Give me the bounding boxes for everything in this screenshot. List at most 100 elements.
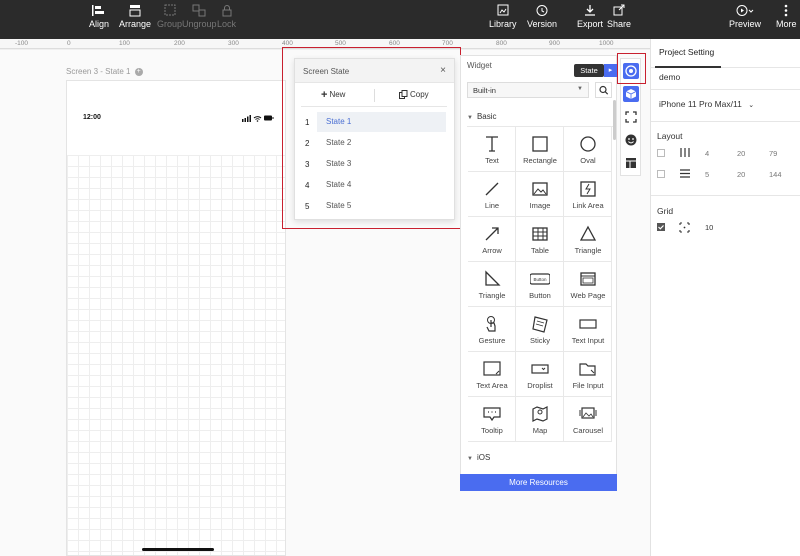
lock-button[interactable]: Lock (217, 4, 236, 29)
version-button[interactable]: Version (527, 4, 557, 29)
align-button[interactable]: Align (89, 4, 109, 29)
project-setting-tab[interactable]: Project Setting (659, 47, 714, 57)
widget-tooltip[interactable]: Tooltip (468, 397, 516, 442)
share-button[interactable]: Share (607, 4, 631, 29)
state-row[interactable]: 1 State 1 (301, 112, 447, 132)
interaction-button[interactable] (623, 109, 639, 125)
widget-image[interactable]: Image (516, 172, 564, 217)
screen-state-title: Screen State (303, 67, 350, 76)
state-row[interactable]: 4 State 4 (301, 175, 447, 195)
widget-label: Tooltip (481, 426, 503, 435)
layout-columns-checkbox[interactable] (657, 149, 665, 157)
widget-triangle[interactable]: Triangle (564, 217, 612, 262)
widget-arrow[interactable]: Arrow (468, 217, 516, 262)
horizontal-ruler: -100 0 100 200 300 400 500 600 700 800 9… (0, 39, 650, 49)
smiley-icon (625, 134, 637, 146)
widget-oval[interactable]: Oval (564, 127, 612, 172)
basic-section-header[interactable]: ▼ Basic (467, 112, 497, 121)
widget-map[interactable]: Map (516, 397, 564, 442)
state-name: State 1 (317, 112, 446, 132)
widget-label: Oval (580, 156, 596, 165)
layout-columns-gutter[interactable]: 20 (737, 149, 745, 158)
layout-rows-count[interactable]: 5 (705, 170, 709, 179)
state-number: 4 (305, 181, 310, 190)
chevron-down-icon: ⌄ (748, 102, 755, 109)
widget-label: Gesture (478, 336, 506, 345)
device-select[interactable]: iPhone 11 Pro Max/11 ⌄ (659, 99, 754, 109)
widget-gesture[interactable]: Gesture (468, 307, 516, 352)
widget-button[interactable] (623, 86, 639, 102)
grid-checkbox[interactable] (657, 223, 665, 231)
copy-state-button[interactable]: Copy (399, 90, 429, 99)
device-value: iPhone 11 Pro Max/11 (659, 99, 742, 109)
table-icon (532, 227, 548, 241)
search-button[interactable] (595, 82, 612, 98)
ruler-tick: 100 (119, 40, 130, 47)
preview-button[interactable]: Preview (729, 4, 761, 29)
library-button[interactable]: Library (489, 4, 517, 29)
widget-scrollbar[interactable] (613, 100, 616, 140)
text-icon (486, 136, 498, 152)
state-row[interactable]: 2 State 2 (301, 133, 447, 153)
widget-label: File Input (572, 381, 604, 390)
widget-text-area[interactable]: Text Area (468, 352, 516, 397)
widget-library-select[interactable]: Built-in ▼ (467, 82, 589, 98)
widget-button[interactable]: Button Button (516, 262, 564, 307)
more-button[interactable]: More (776, 4, 797, 29)
new-state-label: New (329, 90, 346, 99)
layout-rows-height[interactable]: 144 (769, 170, 782, 179)
widget-rectangle[interactable]: Rectangle (516, 127, 564, 172)
more-vertical-icon (784, 4, 788, 17)
new-state-button[interactable]: + New (321, 89, 346, 100)
icons-button[interactable] (623, 132, 639, 148)
rectangle-icon (532, 136, 548, 152)
widget-sticky[interactable]: Sticky (516, 307, 564, 352)
widget-label: Web Page (570, 291, 606, 300)
widget-text-input[interactable]: Text Input (564, 307, 612, 352)
layout-columns-count[interactable]: 4 (705, 149, 709, 158)
state-row[interactable]: 3 State 3 (301, 154, 447, 174)
widget-droplist[interactable]: Droplist (516, 352, 564, 397)
state-button[interactable] (623, 63, 639, 79)
grid-size-value[interactable]: 10 (705, 223, 713, 232)
add-state-icon[interactable]: + (134, 67, 143, 76)
widget-table[interactable]: Table (516, 217, 564, 262)
layout-rows-checkbox[interactable] (657, 170, 665, 178)
button-icon-text: Button (533, 277, 547, 282)
screen-label[interactable]: Screen 3 - State 1 + (66, 67, 143, 76)
project-name-field[interactable]: demo (659, 72, 680, 82)
widget-label: Droplist (527, 381, 553, 390)
state-number: 5 (305, 202, 310, 211)
master-button[interactable] (623, 155, 639, 171)
ios-section-header[interactable]: ▼ iOS (467, 453, 490, 462)
carousel-icon (579, 407, 597, 419)
phone-screen[interactable]: 12:00 (66, 80, 286, 556)
more-resources-button[interactable]: More Resources (460, 474, 617, 491)
state-row[interactable]: 5 State 5 (301, 196, 447, 216)
widget-library-value: Built-in (473, 86, 496, 95)
widget-label: Triangle (574, 246, 602, 255)
widget-link-area[interactable]: Link Area (564, 172, 612, 217)
group-button[interactable]: Group (157, 4, 182, 29)
layout-columns-width[interactable]: 79 (769, 149, 777, 158)
widget-text[interactable]: Text (468, 127, 516, 172)
widget-line[interactable]: Line (468, 172, 516, 217)
columns-icon (680, 148, 690, 157)
caret-down-icon: ▼ (467, 456, 473, 462)
widget-web-page[interactable]: Web Page (564, 262, 612, 307)
widget-carousel[interactable]: Carousel (564, 397, 612, 442)
widget-label: Map (532, 426, 548, 435)
layout-rows-gutter[interactable]: 20 (737, 170, 745, 179)
export-button[interactable]: Export (577, 4, 603, 29)
widget-file-input[interactable]: File Input (564, 352, 612, 397)
phone-time: 12:00 (83, 114, 101, 121)
triangle-icon (579, 225, 597, 241)
close-icon[interactable]: × (440, 65, 446, 76)
ungroup-button[interactable]: Ungroup (182, 4, 217, 29)
state-number: 1 (305, 118, 310, 127)
state-number: 2 (305, 139, 310, 148)
widget-right-triangle[interactable]: Triangle (468, 262, 516, 307)
arrange-button[interactable]: Arrange (119, 4, 151, 29)
web-page-icon (580, 272, 596, 286)
gesture-icon (486, 316, 496, 332)
